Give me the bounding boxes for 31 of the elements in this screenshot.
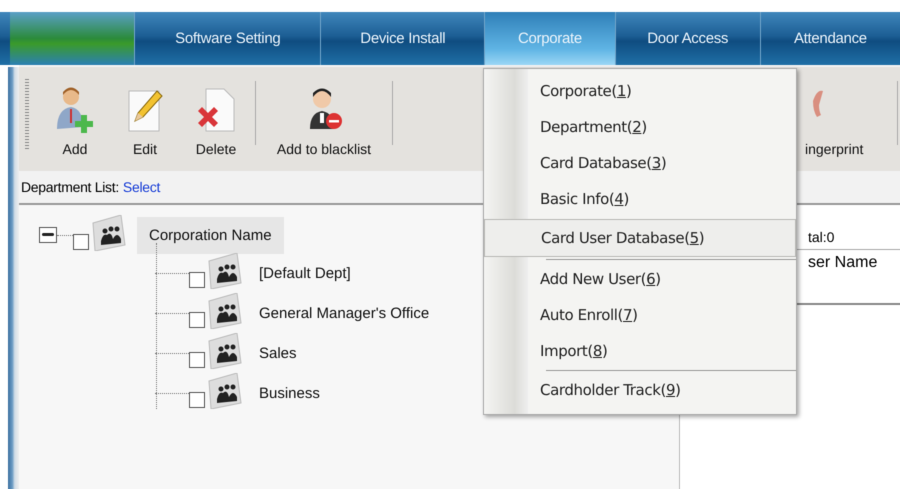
tree-checkbox[interactable] <box>189 312 205 328</box>
tree-node[interactable]: Corporation Name <box>137 216 284 254</box>
menu-item[interactable]: Import(8) <box>484 333 796 369</box>
department-list-label: Department List: <box>21 179 119 195</box>
menu-item[interactable]: Basic Info(4) <box>484 181 796 217</box>
tree-checkbox[interactable] <box>189 352 205 368</box>
tree-checkbox[interactable] <box>189 392 205 408</box>
toolbar-button[interactable]: Add to blacklist <box>258 67 390 171</box>
tree-node[interactable]: General Manager's Office <box>253 298 436 328</box>
toolbar-button[interactable]: Edit <box>111 67 179 171</box>
tree-node[interactable]: Business <box>253 378 326 408</box>
menu-item[interactable]: Card Database(3) <box>484 145 796 181</box>
user-add-icon <box>55 87 95 133</box>
toolbar-button[interactable]: Add <box>39 67 111 171</box>
tree-checkbox[interactable] <box>73 234 89 250</box>
menu-item[interactable]: Add New User(6) <box>484 261 796 297</box>
menu-item[interactable]: Auto Enroll(7) <box>484 297 796 333</box>
tree-checkbox[interactable] <box>189 272 205 288</box>
toolbar-button[interactable]: ingerprint <box>803 67 891 171</box>
collapse-toggle[interactable] <box>39 227 57 243</box>
total-count: tal:0 <box>808 228 836 247</box>
menu-item[interactable]: Department(2) <box>484 109 796 145</box>
select-link[interactable]: Select <box>122 179 160 195</box>
menu-item[interactable]: Corporate(1) <box>484 73 796 109</box>
menu-item[interactable]: Card User Database(5) <box>484 219 796 257</box>
column-header: ser Name <box>808 254 878 272</box>
menu-item[interactable]: Cardholder Track(9) <box>484 372 796 408</box>
tree-node[interactable]: Sales <box>253 338 303 368</box>
toolbar-button[interactable]: Delete <box>179 67 253 171</box>
delete-document-icon <box>196 87 236 133</box>
tree-node[interactable]: [Default Dept] <box>253 258 357 288</box>
